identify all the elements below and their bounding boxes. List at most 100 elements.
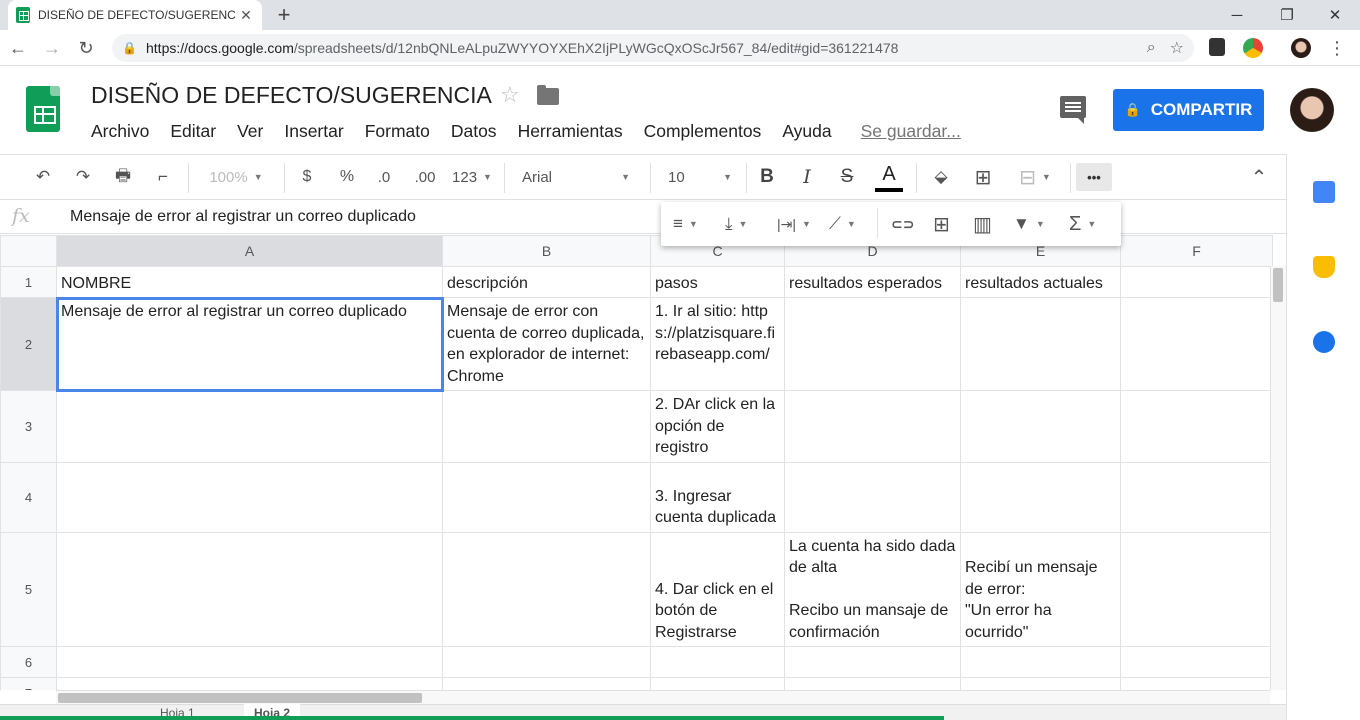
cell-d1[interactable]: resultados esperados: [784, 266, 961, 298]
cell-f2[interactable]: [1120, 297, 1273, 391]
zoom-select[interactable]: 100% ▼: [198, 163, 274, 191]
sheets-logo-icon[interactable]: [26, 86, 60, 132]
cell-b7[interactable]: [442, 677, 651, 690]
insert-comment-icon[interactable]: ⊞: [933, 212, 950, 236]
column-header-b[interactable]: B: [442, 235, 651, 267]
strikethrough-button[interactable]: S: [836, 163, 858, 191]
url-input[interactable]: 🔒 https://docs.google.com/spreadsheets/d…: [112, 34, 1194, 62]
browser-tab[interactable]: DISEÑO DE DEFECTO/SUGERENC ✕: [8, 0, 262, 30]
share-button[interactable]: 🔒 COMPARTIR: [1113, 89, 1264, 131]
filter-button[interactable]: ▼ ▼: [1013, 212, 1045, 236]
cell-c6[interactable]: [650, 646, 785, 678]
insert-link-icon[interactable]: ⊂⊃: [891, 212, 914, 236]
decrease-decimals-button[interactable]: .0: [372, 163, 396, 191]
more-options-button[interactable]: •••: [1076, 163, 1112, 191]
redo-icon[interactable]: ↷: [70, 163, 96, 191]
menu-datos[interactable]: Datos: [451, 121, 497, 142]
bookmark-star-icon[interactable]: ☆: [1170, 38, 1184, 58]
merge-cells-icon[interactable]: ⊟ ▼: [1010, 163, 1060, 191]
text-color-button[interactable]: A: [874, 163, 904, 192]
cell-f7[interactable]: [1120, 677, 1273, 690]
cell-f3[interactable]: [1120, 390, 1273, 463]
cell-a7[interactable]: [56, 677, 443, 690]
cell-e5[interactable]: Recibí un mensaje de error: "Un error ha…: [960, 531, 1121, 647]
column-header-f[interactable]: F: [1120, 235, 1273, 267]
extension-chrome-icon[interactable]: [1243, 38, 1263, 58]
cell-a5[interactable]: [56, 531, 443, 647]
row-header[interactable]: 2: [0, 297, 57, 391]
minimize-button[interactable]: ─: [1214, 0, 1260, 30]
cell-d3[interactable]: [784, 390, 961, 463]
text-wrap-button[interactable]: |⇥| ▼: [777, 212, 811, 236]
cell-b3[interactable]: [442, 390, 651, 463]
collapse-menu-icon[interactable]: ⌃: [1246, 163, 1272, 191]
more-formats-select[interactable]: 123 ▼: [450, 163, 494, 191]
horizontal-align-button[interactable]: ≡ ▼: [673, 212, 698, 236]
increase-decimals-button[interactable]: .00: [410, 163, 440, 191]
cell-f6[interactable]: [1120, 646, 1273, 678]
functions-button[interactable]: Σ ▼: [1069, 212, 1096, 236]
menu-formato[interactable]: Formato: [365, 121, 430, 142]
cell-c5[interactable]: 4. Dar click en el botón de Registrarse: [650, 531, 785, 647]
browser-menu-icon[interactable]: ⋮: [1325, 36, 1349, 60]
account-avatar[interactable]: [1290, 88, 1334, 132]
row-header[interactable]: 6: [0, 646, 57, 678]
percent-format-button[interactable]: %: [336, 163, 358, 191]
cell-c7[interactable]: [650, 677, 785, 690]
insert-chart-icon[interactable]: ▥: [973, 212, 992, 236]
forward-button[interactable]: →: [40, 36, 64, 60]
restore-button[interactable]: ❐: [1264, 0, 1310, 30]
cell-c2[interactable]: 1. Ir al sitio: https://platzisquare.fir…: [650, 297, 785, 391]
paint-format-icon[interactable]: ⌐: [150, 163, 176, 191]
reload-button[interactable]: ↻: [74, 36, 98, 60]
select-all-corner[interactable]: [0, 235, 57, 267]
comments-icon[interactable]: [1060, 96, 1086, 124]
window-close-button[interactable]: ✕: [1312, 0, 1358, 30]
font-size-select[interactable]: 10 ▼: [662, 163, 738, 191]
cell-d4[interactable]: [784, 461, 961, 533]
row-header[interactable]: 1: [0, 266, 57, 298]
cell-c3[interactable]: 2. DAr click en la opción de registro: [650, 390, 785, 463]
menu-editar[interactable]: Editar: [170, 121, 216, 142]
undo-icon[interactable]: ↶: [30, 163, 56, 191]
menu-herramientas[interactable]: Herramientas: [518, 121, 623, 142]
cell-a6[interactable]: [56, 646, 443, 678]
vertical-scroll-thumb[interactable]: [1273, 268, 1283, 302]
extension-shield-icon[interactable]: [1209, 38, 1225, 56]
zoom-icon[interactable]: ⌕: [1147, 39, 1156, 57]
cell-f5[interactable]: [1120, 531, 1273, 647]
cell-c1[interactable]: pasos: [650, 266, 785, 298]
menu-complementos[interactable]: Complementos: [644, 121, 762, 142]
document-title[interactable]: DISEÑO DE DEFECTO/SUGERENCIA: [91, 82, 492, 109]
cell-b6[interactable]: [442, 646, 651, 678]
new-tab-button[interactable]: +: [272, 2, 296, 28]
tasks-icon[interactable]: [1313, 331, 1335, 353]
print-icon[interactable]: 🖶: [110, 163, 136, 191]
cell-f1[interactable]: [1120, 266, 1273, 298]
tab-close-icon[interactable]: ✕: [238, 7, 254, 24]
cell-b5[interactable]: [442, 531, 651, 647]
cell-b2[interactable]: Mensaje de error con cuenta de correo du…: [442, 297, 651, 391]
cell-b4[interactable]: [442, 461, 651, 533]
cell-e2[interactable]: [960, 297, 1121, 391]
menu-ayuda[interactable]: Ayuda: [782, 121, 831, 142]
cell-a4[interactable]: [56, 461, 443, 533]
menu-insertar[interactable]: Insertar: [284, 121, 343, 142]
vertical-scrollbar[interactable]: [1270, 266, 1286, 690]
back-button[interactable]: ←: [6, 36, 30, 60]
column-header-a[interactable]: A: [56, 235, 443, 267]
currency-format-button[interactable]: $: [296, 163, 318, 191]
cell-e3[interactable]: [960, 390, 1121, 463]
cell-e7[interactable]: [960, 677, 1121, 690]
save-status[interactable]: Se guardar...: [861, 121, 961, 142]
vertical-align-button[interactable]: ⤓ ▼: [725, 212, 747, 236]
row-header[interactable]: 7: [0, 677, 57, 690]
cell-c4[interactable]: 3. Ingresar cuenta duplicada: [650, 461, 785, 533]
cell-e6[interactable]: [960, 646, 1121, 678]
formula-input[interactable]: Mensaje de error al registrar un correo …: [70, 208, 416, 226]
text-rotation-button[interactable]: ⟋ ▼: [829, 212, 856, 236]
menu-archivo[interactable]: Archivo: [91, 121, 149, 142]
cell-d7[interactable]: [784, 677, 961, 690]
cell-b1[interactable]: descripción: [442, 266, 651, 298]
italic-button[interactable]: I: [796, 163, 818, 191]
